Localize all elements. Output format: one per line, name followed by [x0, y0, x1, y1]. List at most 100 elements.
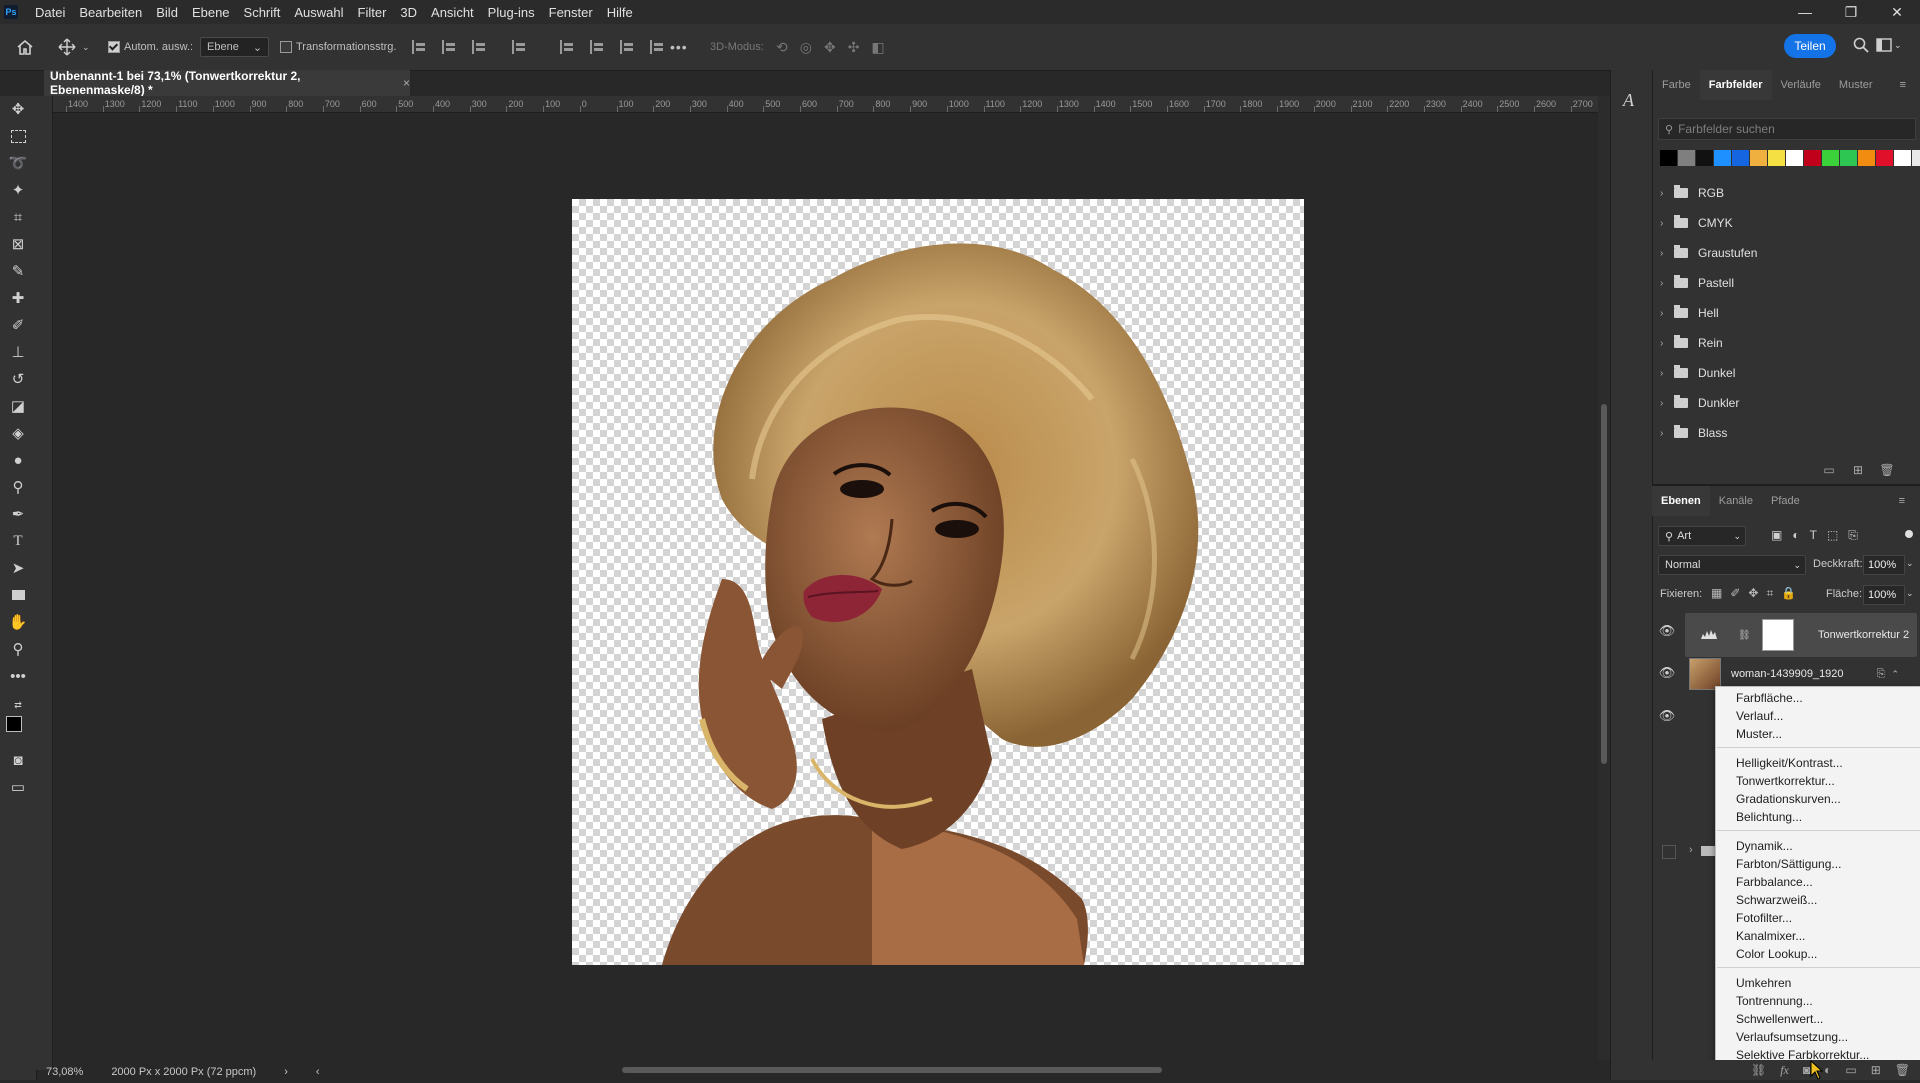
- swatch-folder-pastell[interactable]: › Pastell: [1660, 271, 1900, 295]
- color-swatch[interactable]: [1912, 150, 1920, 166]
- adjustment-filter-icon[interactable]: ◐: [1792, 528, 1799, 543]
- 3d-orbit-icon[interactable]: ⟲: [776, 39, 788, 56]
- magic-wand-tool[interactable]: ✦: [9, 181, 27, 199]
- filter-toggle-icon[interactable]: [1905, 530, 1913, 538]
- link-layers-icon[interactable]: ⛓: [1751, 1063, 1766, 1077]
- panel-menu-icon[interactable]: ≡: [1891, 70, 1915, 100]
- horizontal-scrollbar[interactable]: [282, 1064, 1598, 1076]
- scroll-left-icon[interactable]: ‹: [316, 1066, 320, 1078]
- horizontal-ruler[interactable]: 1400 1300 1200 1100 1000 900 800 700 600 500 400 30…: [52, 96, 1598, 113]
- scroll-thumb[interactable]: [1601, 404, 1607, 764]
- align-middle-icon[interactable]: [590, 40, 606, 54]
- minimize-button[interactable]: —: [1782, 0, 1828, 24]
- move-tool-icon[interactable]: ⌄: [58, 24, 90, 70]
- distribute-icon[interactable]: [512, 40, 528, 54]
- chevron-up-icon[interactable]: ⌃: [1891, 669, 1899, 680]
- menu-hilfe[interactable]: Hilfe: [600, 5, 640, 20]
- swatch-folder-cmyk[interactable]: › CMYK: [1660, 211, 1900, 235]
- adjustment-layer-icon[interactable]: ◐: [1824, 1063, 1831, 1077]
- share-button[interactable]: Teilen: [1784, 34, 1836, 58]
- hand-tool[interactable]: ✋: [9, 613, 28, 631]
- checkbox-checked-icon[interactable]: [108, 41, 120, 53]
- 3d-pan-icon[interactable]: ✥: [824, 39, 836, 56]
- swatch-folder-blass[interactable]: › Blass: [1660, 421, 1900, 445]
- move-tool[interactable]: ✥: [9, 100, 27, 118]
- chevron-right-icon[interactable]: ›: [1689, 844, 1693, 856]
- pen-tool[interactable]: ✒: [9, 505, 27, 523]
- menu-item-kanalmixer[interactable]: Kanalmixer...: [1736, 927, 1805, 944]
- menu-item-muster[interactable]: Muster...: [1736, 725, 1782, 742]
- layer-row-tonwertkorrektur-2[interactable]: ⛓ Tonwertkorrektur 2: [1685, 613, 1917, 657]
- align-center-icon[interactable]: [442, 40, 458, 54]
- quick-mask-icon[interactable]: ◙: [9, 751, 27, 769]
- auto-select-target-select[interactable]: Ebene ⌄: [200, 24, 270, 70]
- align-top-icon[interactable]: [560, 40, 576, 54]
- 3d-roll-icon[interactable]: ◎: [800, 39, 812, 56]
- blend-mode-select[interactable]: Normal ⌄: [1658, 555, 1806, 575]
- layer-name[interactable]: Tonwertkorrektur 2: [1818, 629, 1909, 641]
- new-layer-icon[interactable]: ⊞: [1871, 1063, 1881, 1077]
- menu-auswahl[interactable]: Auswahl: [287, 5, 350, 20]
- menu-item-belichtung[interactable]: Belichtung...: [1736, 808, 1802, 825]
- color-swatch[interactable]: [1822, 150, 1839, 166]
- layer-mask-thumbnail[interactable]: [1762, 619, 1794, 651]
- lock-artboard-icon[interactable]: ⌗: [1766, 586, 1773, 601]
- lock-position-icon[interactable]: ✥: [1748, 586, 1758, 601]
- menu-item-farbbalance[interactable]: Farbbalance...: [1736, 873, 1813, 890]
- color-swatch[interactable]: [1678, 150, 1695, 166]
- align-left-icon[interactable]: [412, 40, 428, 54]
- screen-mode-icon[interactable]: ▭: [9, 778, 27, 796]
- close-window-button[interactable]: ✕: [1874, 0, 1920, 24]
- auto-select-checkbox[interactable]: Autom. ausw.:: [108, 24, 193, 70]
- healing-tool[interactable]: ✚: [9, 289, 27, 307]
- path-select-tool[interactable]: ➤: [9, 559, 27, 577]
- opacity-input[interactable]: 100%: [1863, 555, 1905, 575]
- chevron-down-icon[interactable]: ⌄: [1906, 588, 1914, 599]
- menu-item-tonwertkorrektur[interactable]: Tonwertkorrektur...: [1736, 772, 1835, 789]
- menu-plugins[interactable]: Plug-ins: [481, 5, 542, 20]
- more-tools[interactable]: •••: [9, 667, 27, 685]
- menu-filter[interactable]: Filter: [351, 5, 394, 20]
- lock-pixels-icon[interactable]: ✐: [1730, 586, 1740, 601]
- align-bottom-icon[interactable]: [620, 40, 636, 54]
- eraser-tool[interactable]: ◪: [9, 397, 27, 415]
- color-swatch[interactable]: [1714, 150, 1731, 166]
- menu-item-tontrennung[interactable]: Tontrennung...: [1736, 992, 1813, 1009]
- color-swatch[interactable]: [1732, 150, 1749, 166]
- document-tab[interactable]: Unbenannt-1 bei 73,1% (Tonwertkorrektur …: [44, 69, 410, 97]
- chevron-right-icon[interactable]: ›: [1660, 308, 1670, 319]
- tab-kanaele[interactable]: Kanäle: [1710, 486, 1762, 516]
- lasso-tool[interactable]: ➰: [9, 154, 28, 172]
- 3d-slide-icon[interactable]: ✣: [848, 39, 860, 56]
- menu-ansicht[interactable]: Ansicht: [424, 5, 481, 20]
- chevron-right-icon[interactable]: ›: [1660, 278, 1670, 289]
- stamp-tool[interactable]: ⊥: [9, 343, 27, 361]
- menu-item-verlauf[interactable]: Verlauf...: [1736, 707, 1783, 724]
- chevron-down-icon[interactable]: ⌄: [1906, 558, 1914, 569]
- visibility-eye-icon[interactable]: 👁: [1659, 665, 1676, 680]
- swatch-folder-rgb[interactable]: › RGB: [1660, 181, 1900, 205]
- layer-filter-select[interactable]: ⚲ Art ⌄: [1658, 526, 1746, 546]
- vertical-ruler[interactable]: [36, 96, 53, 1070]
- home-icon[interactable]: [16, 24, 34, 70]
- tab-farbe[interactable]: Farbe: [1653, 70, 1700, 100]
- chevron-right-icon[interactable]: ›: [1660, 338, 1670, 349]
- chevron-right-icon[interactable]: ›: [1660, 368, 1670, 379]
- new-swatch-icon[interactable]: ⊞: [1851, 463, 1865, 477]
- visibility-eye-icon[interactable]: 👁: [1659, 623, 1676, 638]
- dodge-tool[interactable]: ⚲: [9, 478, 27, 496]
- tab-pfade[interactable]: Pfade: [1762, 486, 1809, 516]
- tab-ebenen[interactable]: Ebenen: [1652, 486, 1710, 516]
- delete-layer-icon[interactable]: 🗑: [1895, 1063, 1910, 1077]
- search-icon[interactable]: [1852, 36, 1870, 54]
- status-arrow-icon[interactable]: ›: [284, 1066, 288, 1078]
- menu-item-farbflaeche[interactable]: Farbfläche...: [1736, 689, 1803, 706]
- document-canvas[interactable]: [572, 199, 1304, 965]
- swatch-folder-graustufen[interactable]: › Graustufen: [1660, 241, 1900, 265]
- menu-bild[interactable]: Bild: [149, 5, 185, 20]
- chevron-right-icon[interactable]: ›: [1660, 398, 1670, 409]
- visibility-eye-icon[interactable]: 👁: [1659, 708, 1676, 723]
- tab-verlaeufe[interactable]: Verläufe: [1772, 70, 1830, 100]
- swap-colors-icon[interactable]: ⇄: [9, 696, 27, 714]
- color-swatch[interactable]: [1894, 150, 1911, 166]
